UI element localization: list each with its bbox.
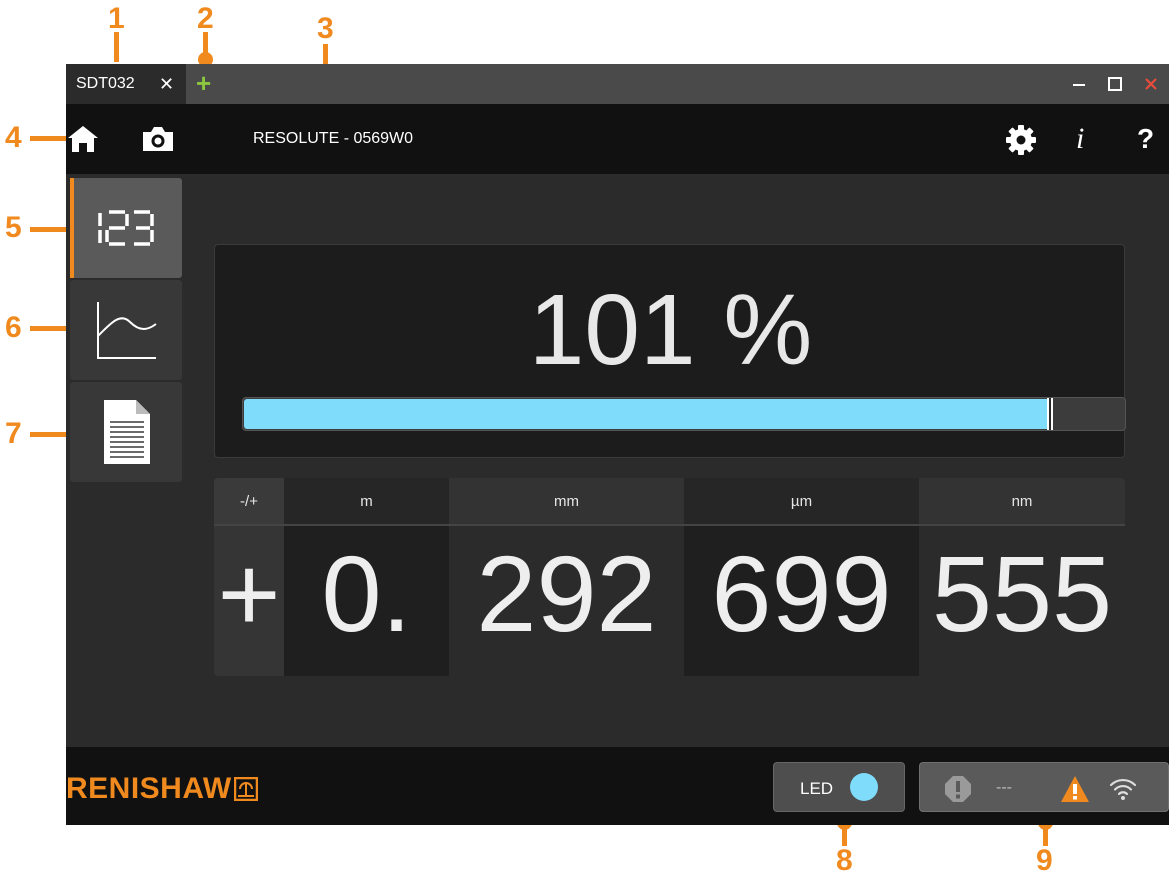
settings-button[interactable] xyxy=(1005,124,1037,156)
led-indicator xyxy=(850,773,878,801)
readout-column-um: µm 699 xyxy=(684,478,919,676)
signal-strength-value: 101 % xyxy=(528,274,813,386)
readout-value-nm: 555 xyxy=(931,533,1113,654)
home-button[interactable] xyxy=(66,124,102,154)
help-button[interactable]: ? xyxy=(1137,122,1154,156)
callout-number: 4 xyxy=(5,121,22,154)
snapshot-button[interactable] xyxy=(140,124,176,154)
signal-strength-marker xyxy=(1047,398,1053,430)
home-icon xyxy=(68,126,98,152)
minimize-icon xyxy=(1073,84,1085,86)
graph-icon xyxy=(97,302,157,359)
gear-icon xyxy=(1006,125,1036,155)
logo-mark-icon xyxy=(233,777,258,801)
led-button[interactable]: LED xyxy=(773,762,905,812)
readout-value-m: 0. xyxy=(321,533,412,654)
app-window: SDT032 ✕ + RESOLUTE - 0569W0 i ? 101 % -… xyxy=(66,64,1169,825)
document-icon xyxy=(104,400,150,464)
callout-line xyxy=(30,136,70,141)
footer: RENISHAW LED --- xyxy=(66,747,1169,825)
close-window-icon xyxy=(1145,78,1157,90)
callout-number: 5 xyxy=(5,211,22,244)
toolbar: RESOLUTE - 0569W0 i ? xyxy=(66,104,1169,174)
readout-column-sign: -/+ + xyxy=(214,478,284,676)
plus-icon[interactable]: + xyxy=(196,70,211,96)
readout-header-m: m xyxy=(284,478,449,526)
error-icon xyxy=(945,776,971,802)
status-button[interactable]: --- xyxy=(919,762,1169,812)
callout-number: 6 xyxy=(5,311,22,344)
readout-column-mm: mm 292 xyxy=(449,478,684,676)
callout-line xyxy=(30,227,70,232)
readout-column-m: m 0. xyxy=(284,478,449,676)
signal-strength-fill xyxy=(244,399,1047,429)
callout-number: 7 xyxy=(5,417,22,450)
callout-line xyxy=(114,32,119,62)
maximize-icon xyxy=(1108,77,1122,91)
nav-digital-readout[interactable] xyxy=(70,178,182,278)
readout-header-sign: -/+ xyxy=(214,478,284,526)
warning-icon xyxy=(1061,776,1089,802)
led-label: LED xyxy=(800,779,834,798)
nav-report[interactable] xyxy=(70,382,182,482)
tab-sdt032[interactable]: SDT032 ✕ xyxy=(66,64,186,104)
callout-number: 8 xyxy=(836,844,853,877)
wifi-icon xyxy=(1109,778,1137,800)
close-icon[interactable]: ✕ xyxy=(159,74,174,95)
callout-number: 1 xyxy=(108,2,125,35)
title-bar: SDT032 ✕ + xyxy=(66,64,1169,104)
maximize-button[interactable] xyxy=(1097,64,1133,104)
readout-value-um: 699 xyxy=(711,533,892,654)
readout-value-mm: 292 xyxy=(476,533,657,654)
status-text: --- xyxy=(996,779,1012,796)
camera-icon xyxy=(143,127,173,151)
digits-123-icon xyxy=(98,210,154,246)
readout-header-mm: mm xyxy=(449,478,684,526)
readout-header-um: µm xyxy=(684,478,919,526)
tab-label: SDT032 xyxy=(76,75,135,92)
signal-strength-panel: 101 % xyxy=(214,244,1126,458)
signal-strength-bar xyxy=(242,397,1126,431)
nav-graph[interactable] xyxy=(70,280,182,380)
close-window-button[interactable] xyxy=(1133,64,1169,104)
position-readout: -/+ + m 0. mm 292 µm 699 nm 555 xyxy=(214,478,1125,676)
readout-header-nm: nm xyxy=(919,478,1125,526)
callout-number: 9 xyxy=(1036,844,1053,877)
callout-number: 2 xyxy=(197,2,214,35)
minimize-button[interactable] xyxy=(1061,64,1097,104)
window-controls xyxy=(1061,64,1169,104)
readout-value-sign: + xyxy=(217,533,281,654)
logo-text: RENISHAW xyxy=(66,772,232,805)
device-title: RESOLUTE - 0569W0 xyxy=(253,130,414,147)
readout-column-nm: nm 555 xyxy=(919,478,1125,676)
info-button[interactable]: i xyxy=(1076,122,1084,156)
renishaw-logo: RENISHAW xyxy=(66,772,258,806)
active-indicator xyxy=(70,178,74,278)
callout-number: 3 xyxy=(317,12,334,45)
